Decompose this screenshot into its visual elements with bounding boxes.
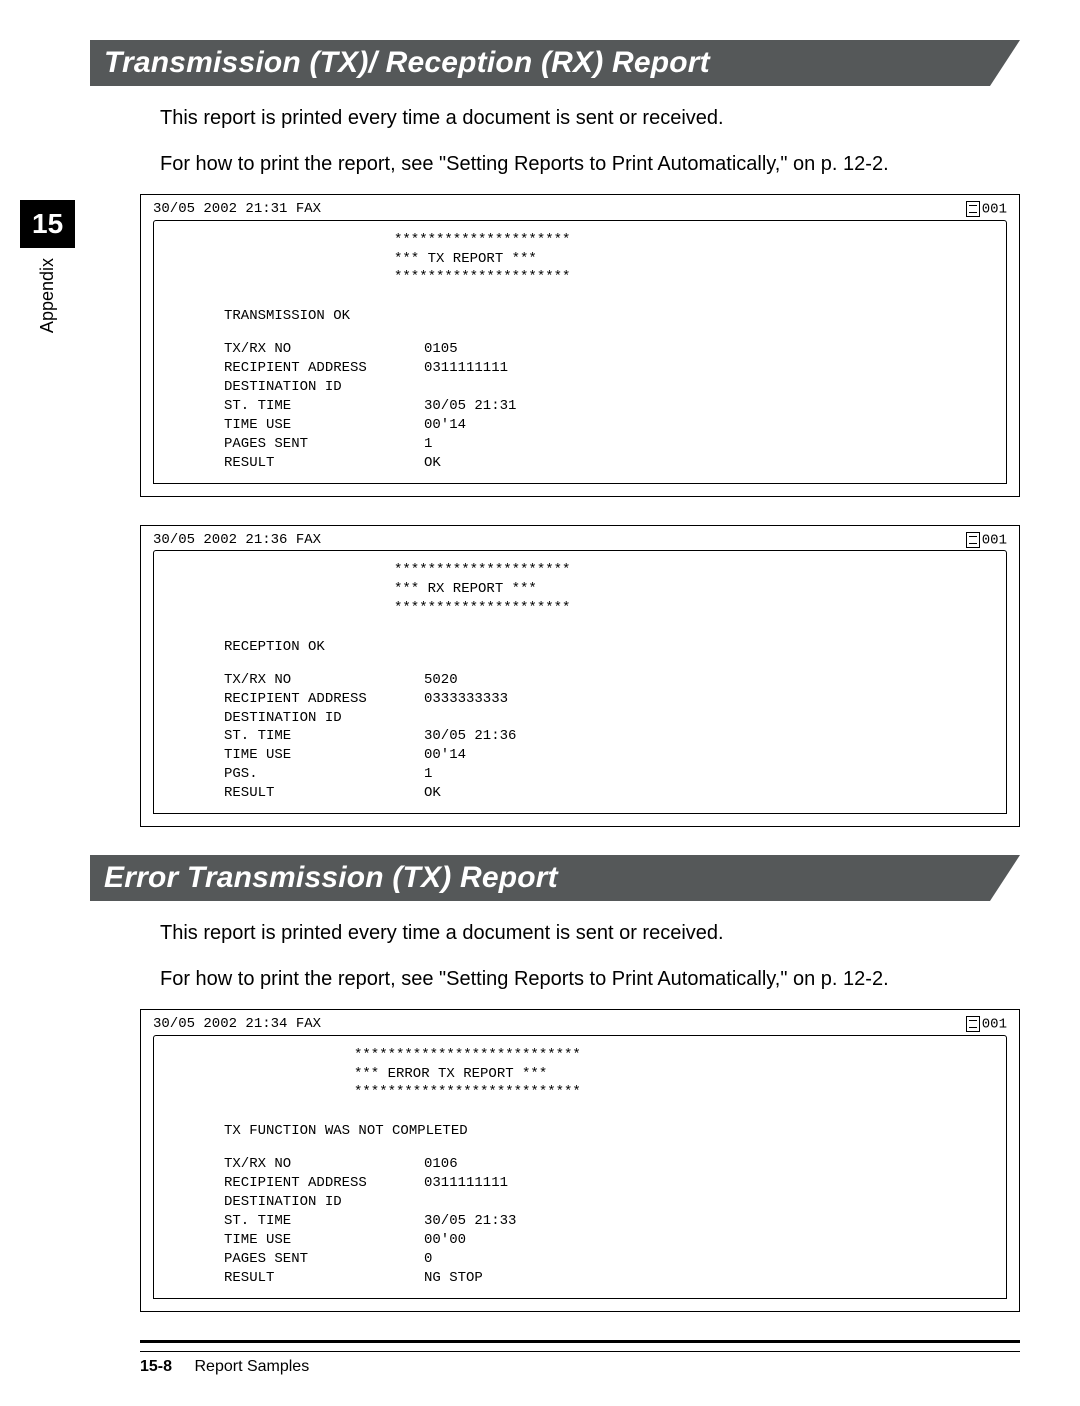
report-row: RESULTNG STOP (224, 1269, 990, 1288)
report-title-border: ********************* (394, 599, 990, 618)
report-row: TIME USE00'14 (224, 746, 990, 765)
report-row: ST. TIME30/05 21:33 (224, 1212, 990, 1231)
report-row: ST. TIME30/05 21:36 (224, 727, 990, 746)
rx-report-box: 30/05 2002 21:36 FAX 001 ***************… (140, 525, 1020, 828)
report-row: TIME USE00'14 (224, 416, 990, 435)
report-row: PAGES SENT 1 (224, 435, 990, 454)
section-heading-error-tx: Error Transmission (TX) Report (90, 855, 1020, 901)
tx-report-box: 30/05 2002 21:31 FAX 001 ***************… (140, 194, 1020, 497)
report-title-border: *************************** (354, 1083, 990, 1102)
appendix-label: Appendix (37, 258, 58, 333)
report-row: TX/RX NO0105 (224, 340, 990, 359)
report-row: PAGES SENT 0 (224, 1250, 990, 1269)
page-footer: 15-8 Report Samples (140, 1358, 1020, 1376)
body-text: For how to print the report, see "Settin… (160, 963, 1020, 995)
error-tx-report-box: 30/05 2002 21:34 FAX 001 ***************… (140, 1009, 1020, 1312)
report-row: RECIPIENT ADDRESS0333333333 (224, 690, 990, 709)
report-row: PGS. 1 (224, 765, 990, 784)
report-row: TX/RX NO0106 (224, 1155, 990, 1174)
report-row: RESULTOK (224, 784, 990, 803)
chapter-number-badge: 15 (20, 200, 75, 248)
report-title-line: *** TX REPORT *** (394, 250, 990, 269)
report-header-right: 001 (966, 532, 1007, 549)
report-row: RESULTOK (224, 454, 990, 473)
report-row: RECIPIENT ADDRESS0311111111 (224, 1174, 990, 1193)
body-text: This report is printed every time a docu… (160, 102, 1020, 134)
section-heading-tx-rx: Transmission (TX)/ Reception (RX) Report (90, 40, 1020, 86)
report-row: DESTINATION ID (224, 1193, 990, 1212)
report-header-left: 30/05 2002 21:36 FAX (153, 532, 321, 549)
footer-rule-thick (140, 1340, 1020, 1343)
footer-rule-thin (140, 1351, 1020, 1352)
page-icon (966, 201, 980, 217)
body-text: For how to print the report, see "Settin… (160, 148, 1020, 180)
footer-label: Report Samples (194, 1358, 309, 1375)
report-title-line: *** RX REPORT *** (394, 580, 990, 599)
page-icon (966, 1016, 980, 1032)
report-title-border: ********************* (394, 231, 990, 250)
report-status: TRANSMISSION OK (224, 307, 990, 326)
report-status: RECEPTION OK (224, 638, 990, 657)
report-header-right: 001 (966, 1016, 1007, 1033)
report-row: TIME USE00'00 (224, 1231, 990, 1250)
report-title-line: *** ERROR TX REPORT *** (354, 1065, 990, 1084)
report-header-left: 30/05 2002 21:31 FAX (153, 201, 321, 218)
report-title-border: ********************* (394, 561, 990, 580)
report-row: DESTINATION ID (224, 378, 990, 397)
report-row: ST. TIME30/05 21:31 (224, 397, 990, 416)
side-tab: 15 Appendix (20, 200, 75, 333)
report-row: TX/RX NO5020 (224, 671, 990, 690)
report-row: RECIPIENT ADDRESS0311111111 (224, 359, 990, 378)
report-title-border: ********************* (394, 268, 990, 287)
report-header-right: 001 (966, 201, 1007, 218)
page-icon (966, 532, 980, 548)
report-row: DESTINATION ID (224, 709, 990, 728)
report-status: TX FUNCTION WAS NOT COMPLETED (224, 1122, 990, 1141)
report-title-border: *************************** (354, 1046, 990, 1065)
report-header-left: 30/05 2002 21:34 FAX (153, 1016, 321, 1033)
body-text: This report is printed every time a docu… (160, 917, 1020, 949)
page-number: 15-8 (140, 1358, 172, 1375)
